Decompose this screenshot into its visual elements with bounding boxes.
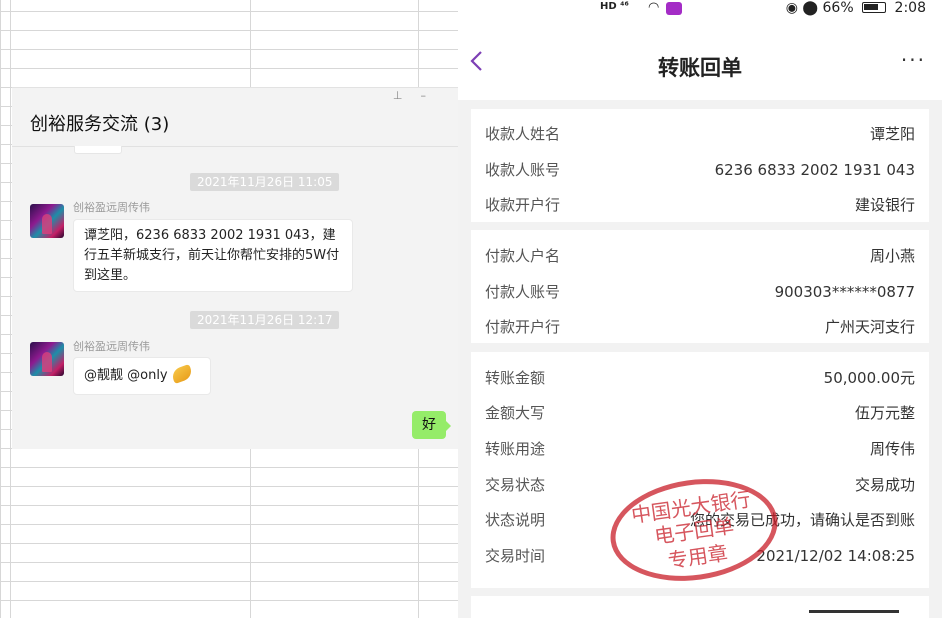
field-label: 收款人账号 — [485, 161, 561, 179]
field-value: 900303******0877 — [774, 283, 915, 301]
field-value: 谭芝阳 — [869, 125, 915, 143]
message-text: 谭芝阳，6236 6833 2002 1931 043，建行五羊新城支行，前天让… — [84, 228, 340, 283]
chat-window: ⊥– 创裕服务交流 (3) 2021年11月26日 11:05 创裕盈远周传伟 … — [12, 87, 458, 449]
detail-row: 收款人账号 6236 6833 2002 1931 043 — [485, 158, 915, 182]
field-label: 付款开户行 — [485, 318, 561, 336]
message-bubble[interactable]: @靓靓 @only — [73, 357, 211, 395]
field-value: 2021/12/02 14:08:25 — [756, 547, 915, 565]
field-value: 周传伟 — [869, 440, 915, 458]
detail-row: 付款人账号 900303******0877 — [485, 280, 915, 304]
chat-title: 创裕服务交流 (3) — [30, 114, 170, 135]
eye-icon: ◉ — [785, 0, 798, 16]
payee-section: 收款人姓名 谭芝阳 收款人账号 6236 6833 2002 1931 043 收款… — [471, 109, 929, 222]
spreadsheet-background: ⊥– 创裕服务交流 (3) 2021年11月26日 11:05 创裕盈远周传伟 … — [0, 0, 458, 618]
detail-row: 付款开户行 广州天河支行 — [485, 315, 915, 339]
phone-screen: HD ⁴⁶ ◠ ◉ ⬤ 66% 2:08 转账回单 ··· 收款人姓名 谭芝阳 收… — [458, 0, 942, 618]
field-label: 收款人姓名 — [485, 125, 561, 143]
page-title: 转账回单 — [658, 56, 742, 80]
avatar[interactable] — [30, 342, 64, 376]
field-value: 6236 6833 2002 1931 043 — [714, 161, 915, 179]
field-label: 状态说明 — [485, 511, 546, 529]
field-label: 收款开户行 — [485, 196, 561, 214]
pin-icon[interactable]: ⊥ — [393, 89, 421, 102]
field-label: 金额大写 — [485, 404, 546, 422]
status-bar: HD ⁴⁶ ◠ ◉ ⬤ 66% 2:08 — [458, 0, 942, 20]
field-value: 建设银行 — [854, 196, 915, 214]
detail-row: 收款开户行 建设银行 — [485, 193, 915, 217]
field-value: 伍万元整 — [854, 404, 915, 422]
payer-section: 付款人户名 周小燕 付款人账号 900303******0877 付款开户行 广州天河… — [471, 230, 929, 343]
message-bubble[interactable]: 谭芝阳，6236 6833 2002 1931 043，建行五羊新城支行，前天让… — [73, 219, 353, 292]
location-icon: ⬤ — [802, 0, 819, 16]
field-value: 广州天河支行 — [824, 318, 915, 336]
message-timestamp: 2021年11月26日 11:05 — [190, 173, 340, 191]
my-reply-bubble[interactable]: 好 — [412, 411, 451, 439]
sender-name: 创裕盈远周传伟 — [73, 201, 150, 214]
field-value: 周小燕 — [869, 247, 915, 265]
navigation-bar: 转账回单 ··· — [458, 20, 942, 100]
more-options-button[interactable]: ··· — [901, 48, 926, 72]
network-indicator: HD ⁴⁶ — [600, 1, 629, 12]
message-timestamp: 2021年11月26日 12:17 — [190, 311, 340, 329]
detail-row: 转账金额 50,000.00元 — [485, 366, 915, 390]
field-label: 付款人账号 — [485, 283, 561, 301]
battery-percent: 66% — [822, 0, 854, 16]
field-value: 50,000.00元 — [823, 369, 915, 387]
praying-hands-emoji-icon — [169, 364, 194, 384]
field-label: 交易状态 — [485, 476, 546, 494]
field-label: 转账金额 — [485, 369, 546, 387]
clock: 2:08 — [894, 0, 926, 16]
field-value: 交易成功 — [854, 476, 915, 494]
detail-row: 付款人户名 周小燕 — [485, 244, 915, 268]
field-label: 转账用途 — [485, 440, 546, 458]
window-controls: ⊥– — [393, 89, 444, 102]
sender-name: 创裕盈远周传伟 — [73, 340, 150, 353]
previous-message-stub — [74, 146, 122, 154]
message-text: @靓靓 @only — [84, 368, 168, 383]
grid-column-line — [10, 0, 11, 618]
next-section-partial — [471, 596, 929, 618]
detail-row: 金额大写 伍万元整 — [485, 401, 915, 425]
field-label: 交易时间 — [485, 547, 546, 565]
avatar[interactable] — [30, 204, 64, 238]
field-label: 付款人户名 — [485, 247, 561, 265]
app-notification-icon — [666, 2, 682, 15]
detail-row: 转账用途 周传伟 — [485, 437, 915, 461]
battery-icon — [862, 2, 887, 13]
detail-row: 收款人姓名 谭芝阳 — [485, 122, 915, 146]
minimize-icon[interactable]: – — [421, 89, 445, 102]
message-text: 好 — [422, 417, 436, 433]
wifi-icon: ◠ — [648, 0, 660, 15]
